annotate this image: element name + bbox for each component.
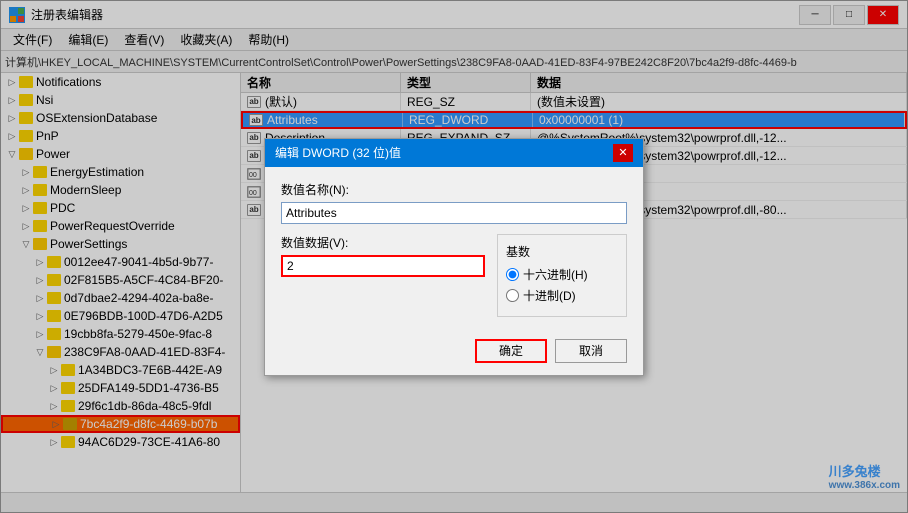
dialog-overlay: 编辑 DWORD (32 位)值 ✕ 数值名称(N): 数值数据(V): 基数 … [0, 0, 908, 513]
cancel-button[interactable]: 取消 [555, 339, 627, 363]
data-input[interactable] [281, 255, 485, 277]
dialog-close-button[interactable]: ✕ [613, 144, 633, 162]
edit-dword-dialog: 编辑 DWORD (32 位)值 ✕ 数值名称(N): 数值数据(V): 基数 … [264, 138, 644, 376]
dialog-title-bar: 编辑 DWORD (32 位)值 ✕ [265, 139, 643, 167]
name-input[interactable] [281, 202, 627, 224]
hex-radio[interactable]: 十六进制(H) [506, 266, 618, 283]
dec-label: 十进制(D) [523, 287, 576, 304]
name-label: 数值名称(N): [281, 181, 627, 198]
data-label: 数值数据(V): [281, 234, 485, 251]
radix-label: 基数 [506, 243, 618, 260]
dialog-buttons: 确定 取消 [265, 331, 643, 375]
dialog-title: 编辑 DWORD (32 位)值 [275, 144, 613, 161]
dialog-body: 数值名称(N): 数值数据(V): 基数 十六进制(H) 十进制(D) [265, 167, 643, 331]
ok-button[interactable]: 确定 [475, 339, 547, 363]
hex-label: 十六进制(H) [523, 266, 588, 283]
dec-radio[interactable]: 十进制(D) [506, 287, 618, 304]
